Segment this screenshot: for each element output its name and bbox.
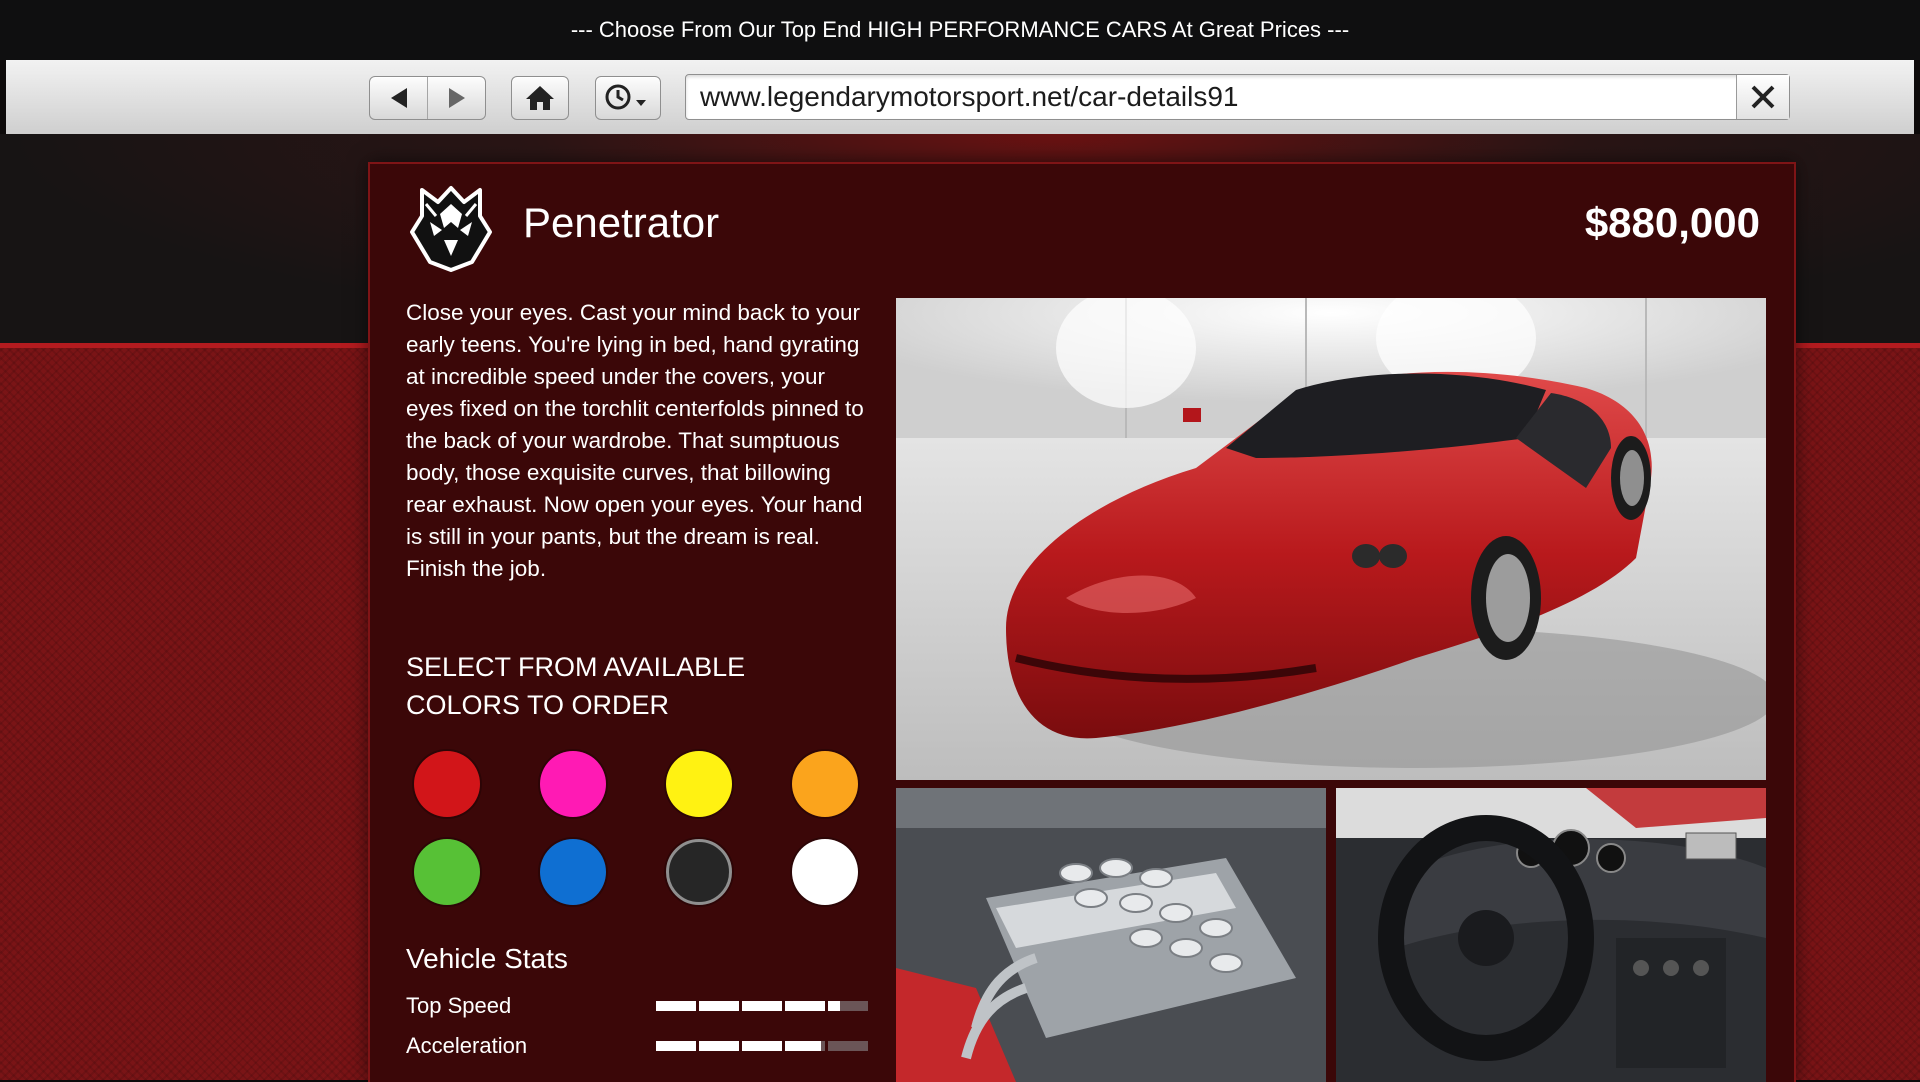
- history-button[interactable]: [595, 76, 661, 120]
- triangle-left-icon: [391, 88, 407, 108]
- stat-bar-fill: [656, 1001, 696, 1011]
- stat-bar-fill: [742, 1041, 782, 1051]
- stat-bar-segment: [828, 1001, 868, 1011]
- color-swatch[interactable]: [414, 839, 480, 905]
- clock-dropdown-icon: [605, 84, 646, 110]
- stat-bar-segment: [656, 1041, 696, 1051]
- address-bar[interactable]: www.legendarymotorsport.net/car-details9…: [685, 74, 1790, 120]
- car-details-panel: Penetrator $880,000 Close your eyes. Cas…: [368, 162, 1796, 1082]
- banner-text: --- Choose From Our Top End HIGH PERFORM…: [570, 17, 1350, 42]
- colors-heading: SELECT FROM AVAILABLE COLORS TO ORDER: [406, 652, 746, 720]
- stat-bar-segment: [699, 1001, 739, 1011]
- stat-bar: [656, 1001, 868, 1011]
- color-swatch[interactable]: [666, 839, 732, 905]
- browser-toolbar: www.legendarymotorsport.net/car-details9…: [6, 60, 1914, 135]
- car-name: Penetrator: [523, 199, 720, 246]
- stat-bar-fill: [699, 1001, 739, 1011]
- stat-bar-fill: [828, 1001, 840, 1011]
- color-swatch[interactable]: [792, 839, 858, 905]
- color-swatch[interactable]: [540, 839, 606, 905]
- stat-bar-segment: [785, 1001, 825, 1011]
- stat-bar-segment: [742, 1001, 782, 1011]
- color-swatch[interactable]: [666, 751, 732, 817]
- car-price: $880,000: [1584, 199, 1760, 246]
- engine-photo[interactable]: [896, 788, 1326, 1082]
- back-forward-group: [369, 76, 486, 120]
- forward-button[interactable]: [428, 77, 485, 119]
- stat-label: Acceleration: [406, 1033, 528, 1058]
- url-text: www.legendarymotorsport.net/car-details9…: [700, 81, 1239, 112]
- close-x-icon: [1751, 85, 1775, 109]
- stat-bar-fill: [656, 1041, 696, 1051]
- stat-bar: [656, 1041, 868, 1051]
- stat-bar-fill: [699, 1041, 739, 1051]
- wolf-head-logo: [410, 186, 492, 272]
- color-swatch[interactable]: [792, 751, 858, 817]
- car-description: Close your eyes. Cast your mind back to …: [406, 300, 864, 581]
- home-button[interactable]: [511, 76, 569, 120]
- triangle-right-icon: [449, 88, 465, 108]
- interior-photo[interactable]: [1336, 788, 1766, 1082]
- close-button[interactable]: [1736, 75, 1789, 119]
- stat-label: Top Speed: [406, 993, 512, 1018]
- car-main-photo[interactable]: [896, 298, 1766, 780]
- back-button[interactable]: [370, 77, 428, 119]
- site-banner: --- Choose From Our Top End HIGH PERFORM…: [0, 0, 1920, 60]
- stat-bar-segment: [742, 1041, 782, 1051]
- stat-bar-fill: [785, 1041, 821, 1051]
- stat-bar-fill: [742, 1001, 782, 1011]
- color-swatch[interactable]: [540, 751, 606, 817]
- stat-bar-segment: [699, 1041, 739, 1051]
- stat-bar-segment: [656, 1001, 696, 1011]
- stat-bar-segment: [828, 1041, 868, 1051]
- stat-bar-segment: [785, 1041, 825, 1051]
- vehicle-stats-heading: Vehicle Stats: [406, 943, 568, 974]
- color-swatch[interactable]: [414, 751, 480, 817]
- home-icon: [526, 86, 554, 110]
- stat-bar-fill: [785, 1001, 825, 1011]
